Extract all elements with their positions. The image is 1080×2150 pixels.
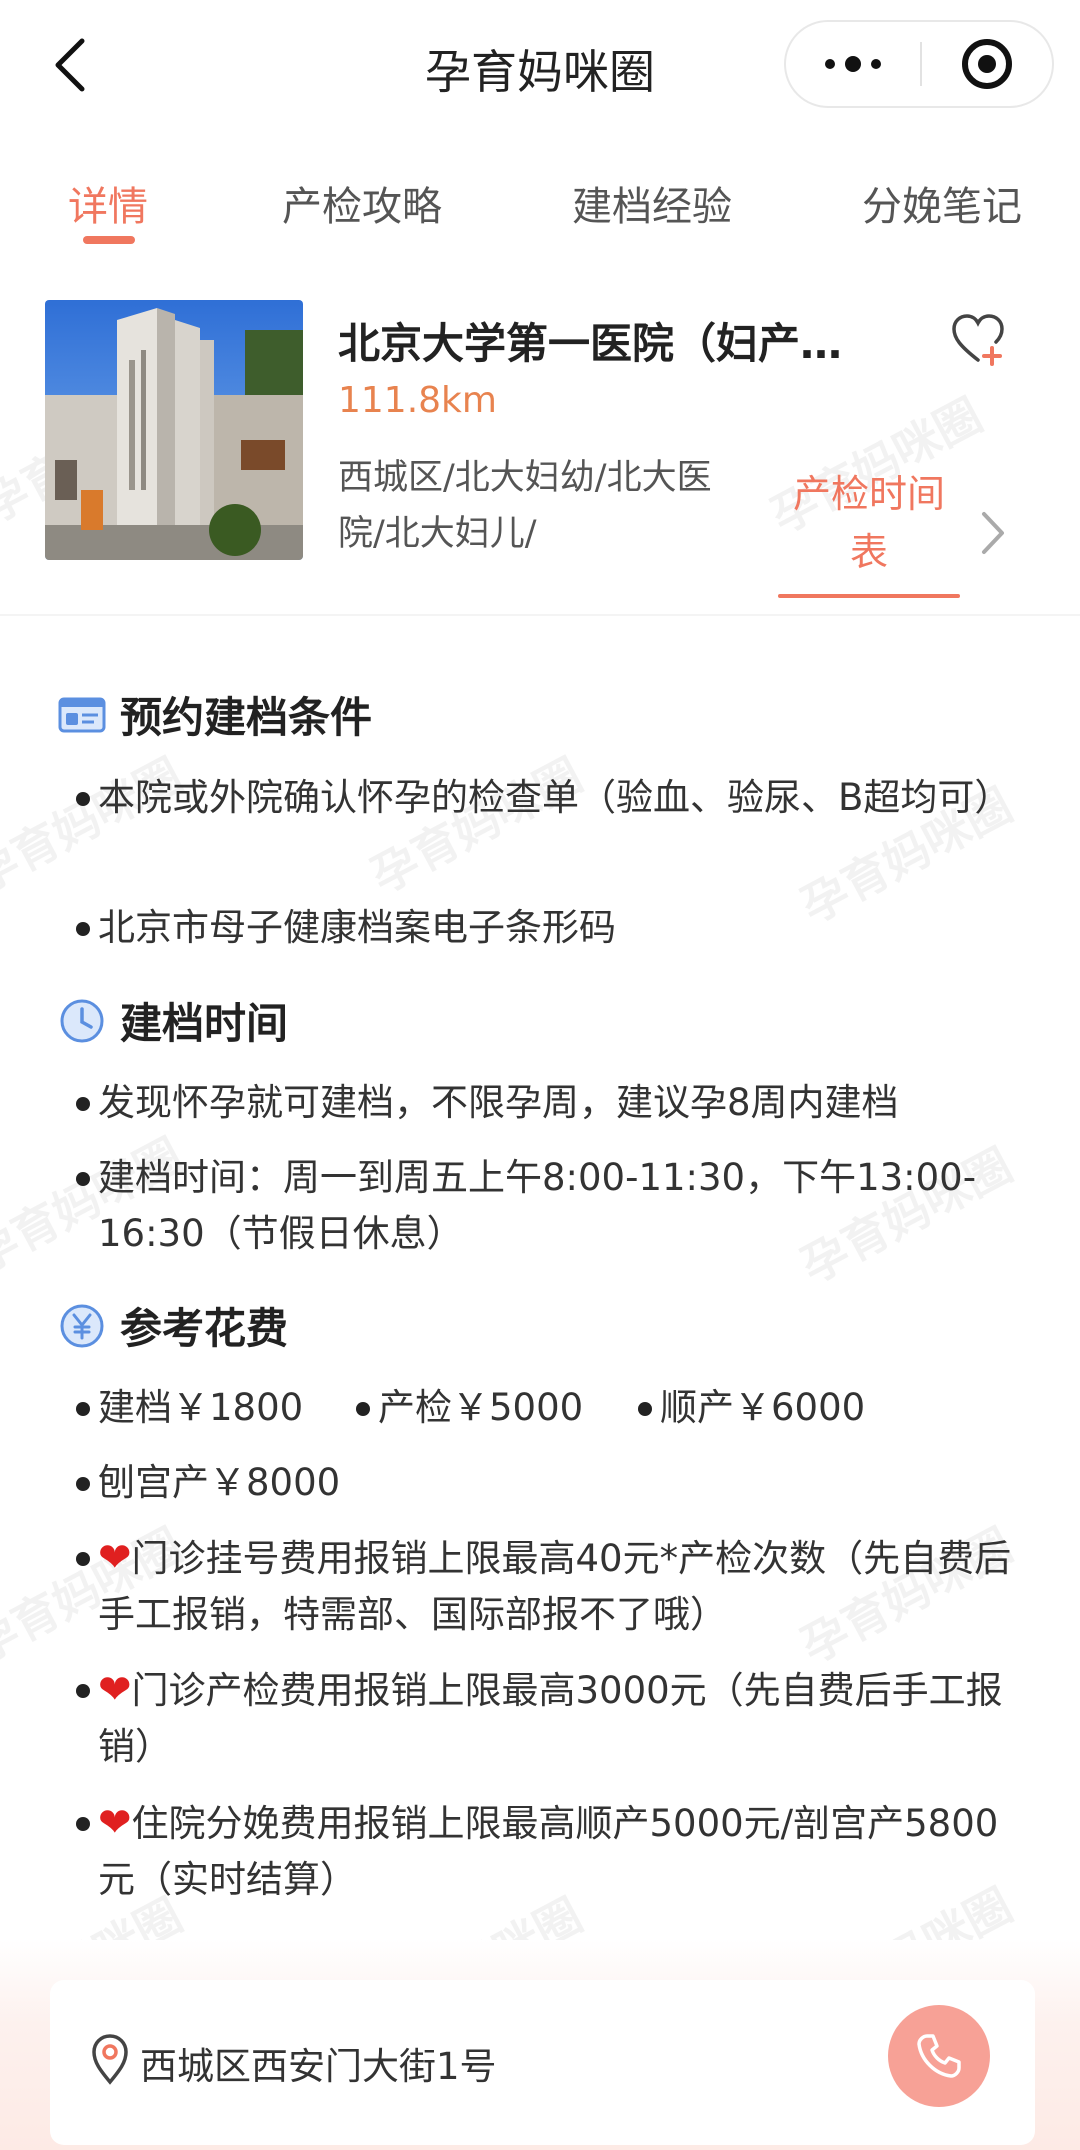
schedule-link[interactable]: 产检时间表: [778, 465, 960, 581]
more-dots-icon: [825, 59, 835, 69]
heart-icon: ❤: [98, 1667, 132, 1713]
tab-bar: 详情 产检攻略 建档经验 分娩笔记: [0, 160, 1080, 250]
heart-plus-icon: [952, 314, 1004, 366]
phone-icon: [917, 2034, 961, 2078]
tab-prenatal-guide[interactable]: 产检攻略: [282, 174, 442, 232]
mini-program-capsule: [784, 20, 1054, 108]
location-pin-icon: [92, 2034, 128, 2085]
section-title: 参考花费: [120, 1304, 289, 1353]
heart-icon: ❤: [98, 1800, 132, 1846]
fee-item: 刨宫产￥8000: [75, 1455, 340, 1511]
fee-item: 建档￥1800: [75, 1380, 303, 1436]
section-fees-header: 参考花费: [58, 1295, 288, 1356]
list-item: 建档时间：周一到周五上午8:00-11:30，下午13:00-16:30（节假日…: [76, 1150, 1018, 1262]
favorite-button[interactable]: [950, 312, 1006, 368]
list-item: 发现怀孕就可建档，不限孕周，建议孕8周内建档: [76, 1075, 1018, 1131]
call-button[interactable]: [888, 2005, 990, 2107]
hospital-distance: 111.8km: [338, 380, 497, 421]
heart-icon: ❤: [98, 1535, 132, 1581]
hospital-photo: [45, 300, 303, 560]
list-item: ❤门诊产检费用报销上限最高3000元（先自费后手工报销）: [76, 1662, 1018, 1775]
target-icon: [962, 39, 1012, 89]
list-item: 本院或外院确认怀孕的检查单（验血、验尿、B超均可）: [76, 770, 1018, 826]
address-text: 西城区西安门大街1号: [140, 2045, 497, 2088]
clock-icon: [58, 997, 106, 1045]
hospital-card[interactable]: 北京大学第一医院（妇产… 111.8km 西城区/北大妇幼/北大医院/北大妇儿/…: [0, 300, 1080, 610]
section-title: 建档时间: [120, 999, 289, 1048]
divider: [0, 614, 1080, 616]
section-title: 预约建档条件: [120, 693, 373, 742]
active-tab-indicator: [83, 236, 135, 244]
list-item: ❤住院分娩费用报销上限最高顺产5000元/剖宫产5800元（实时结算）: [76, 1795, 1018, 1908]
tab-details[interactable]: 详情: [68, 174, 148, 232]
chevron-right-icon[interactable]: [978, 508, 1008, 558]
yen-icon: [58, 1302, 106, 1350]
fee-item: 产检￥5000: [355, 1380, 583, 1436]
tab-registration-experience[interactable]: 建档经验: [572, 174, 732, 232]
more-button[interactable]: [786, 22, 920, 106]
list-item: 北京市母子健康档案电子条形码: [76, 900, 1018, 956]
section-conditions-header: 预约建档条件: [58, 684, 372, 745]
nav-bar: 孕育妈咪圈: [0, 0, 1080, 130]
close-app-button[interactable]: [922, 37, 1052, 91]
tab-delivery-notes[interactable]: 分娩笔记: [862, 174, 1022, 232]
schedule-link-underline: [778, 594, 960, 598]
section-time-header: 建档时间: [58, 990, 288, 1051]
fee-item: 顺产￥6000: [637, 1380, 865, 1436]
list-item: ❤门诊挂号费用报销上限最高40元*产检次数（先自费后手工报销，特需部、国际部报不…: [76, 1530, 1018, 1643]
hospital-name: 北京大学第一医院（妇产…: [338, 319, 843, 368]
id-card-icon: [58, 691, 106, 739]
hospital-areas: 西城区/北大妇幼/北大医院/北大妇儿/: [338, 458, 712, 554]
